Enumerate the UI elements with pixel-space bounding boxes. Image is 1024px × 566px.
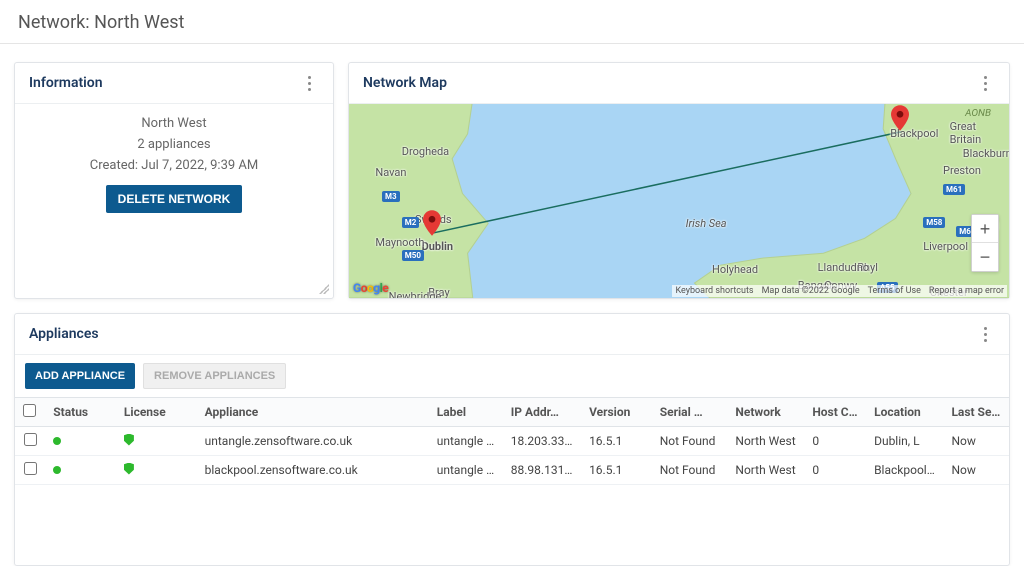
cell-location: Blackpool… (866, 456, 943, 485)
kebab-icon[interactable] (975, 324, 995, 344)
cell-status (45, 456, 116, 485)
google-logo-icon: Google (353, 281, 388, 295)
delete-network-button[interactable]: DELETE NETWORK (106, 185, 243, 213)
remove-appliances-button: REMOVE APPLIANCES (143, 363, 286, 389)
map-pin-icon[interactable] (891, 105, 909, 131)
cell-license (116, 456, 197, 485)
cell-ip: 18.203.33… (503, 427, 581, 456)
cell-lastseen: Now (943, 456, 1009, 485)
cell-lastseen: Now (943, 427, 1009, 456)
cell-network: North West (727, 456, 804, 485)
map-credits: Keyboard shortcuts Map data ©2022 Google… (672, 285, 1007, 297)
add-appliance-button[interactable]: ADD APPLIANCE (25, 363, 135, 389)
map-keyboard-shortcuts[interactable]: Keyboard shortcuts (675, 286, 753, 296)
map-data-attribution: Map data ©2022 Google (762, 286, 860, 296)
table-row[interactable]: blackpool.zensoftware.co.ukuntangle …88.… (15, 456, 1009, 485)
network-map-card: Network Map AONB BlackpoolBlackburnPrest… (348, 62, 1010, 299)
cell-status (45, 427, 116, 456)
column-serial[interactable]: Serial … (652, 398, 728, 427)
cell-location: Dublin, L (866, 427, 943, 456)
map-zoom-in-button[interactable]: + (972, 215, 998, 243)
kebab-icon[interactable] (975, 73, 995, 93)
cell-host: 0 (804, 456, 866, 485)
cell-appliance: untangle.zensoftware.co.uk (197, 427, 429, 456)
cell-license (116, 427, 197, 456)
created-date: Created: Jul 7, 2022, 9:39 AM (90, 158, 259, 173)
table-header-row: Status License Appliance Label IP Addr… … (15, 398, 1009, 427)
network-map-header: Network Map (363, 75, 447, 91)
column-location[interactable]: Location (866, 398, 943, 427)
cell-appliance: blackpool.zensoftware.co.uk (197, 456, 429, 485)
resize-handle-icon[interactable] (319, 284, 329, 294)
map-road-badge: M3 (382, 191, 400, 202)
appliances-card: Appliances ADD APPLIANCE REMOVE APPLIANC… (14, 313, 1010, 566)
select-all-checkbox[interactable] (23, 404, 36, 417)
column-ip[interactable]: IP Addr… (503, 398, 581, 427)
cell-serial: Not Found (652, 427, 728, 456)
column-appliance[interactable]: Appliance (197, 398, 429, 427)
column-network[interactable]: Network (727, 398, 804, 427)
map-terms-link[interactable]: Terms of Use (868, 286, 921, 296)
table-row[interactable]: untangle.zensoftware.co.ukuntangle …18.2… (15, 427, 1009, 456)
status-dot-icon (53, 437, 61, 445)
row-checkbox[interactable] (24, 462, 37, 475)
map-road-badge: M50 (402, 250, 424, 261)
column-label[interactable]: Label (429, 398, 503, 427)
map-zoom-controls: + − (971, 214, 999, 272)
shield-icon (124, 434, 134, 446)
appliance-count: 2 appliances (137, 137, 210, 152)
column-status[interactable]: Status (45, 398, 116, 427)
information-header: Information (29, 75, 103, 91)
cell-network: North West (727, 427, 804, 456)
shield-icon (124, 463, 134, 475)
cell-version: 16.5.1 (581, 427, 652, 456)
map-aonb-label: AONB (965, 108, 991, 119)
column-version[interactable]: Version (581, 398, 652, 427)
cell-serial: Not Found (652, 456, 728, 485)
information-card: Information North West 2 appliances Crea… (14, 62, 334, 299)
cell-version: 16.5.1 (581, 456, 652, 485)
column-lastseen[interactable]: Last Se… (943, 398, 1009, 427)
map-zoom-out-button[interactable]: − (972, 243, 998, 271)
page-title: Network: North West (0, 0, 1024, 44)
status-dot-icon (53, 466, 61, 474)
column-license[interactable]: License (116, 398, 197, 427)
appliances-header: Appliances (29, 326, 99, 342)
map-road-badge: M61 (943, 184, 965, 195)
cell-host: 0 (804, 427, 866, 456)
cell-ip: 88.98.131… (503, 456, 581, 485)
kebab-icon[interactable] (299, 73, 319, 93)
map-report-link[interactable]: Report a map error (929, 286, 1004, 296)
appliances-table: Status License Appliance Label IP Addr… … (15, 397, 1009, 485)
column-host[interactable]: Host C… (804, 398, 866, 427)
row-checkbox[interactable] (24, 433, 37, 446)
network-name: North West (141, 116, 206, 131)
map-canvas[interactable]: AONB BlackpoolBlackburnPrestonLiverpoolM… (349, 104, 1009, 298)
cell-label: untangle … (429, 427, 503, 456)
map-pin-icon[interactable] (423, 210, 441, 236)
map-road-badge: M58 (923, 217, 945, 228)
map-road-badge: M2 (402, 217, 420, 228)
cell-label: untangle … (429, 456, 503, 485)
